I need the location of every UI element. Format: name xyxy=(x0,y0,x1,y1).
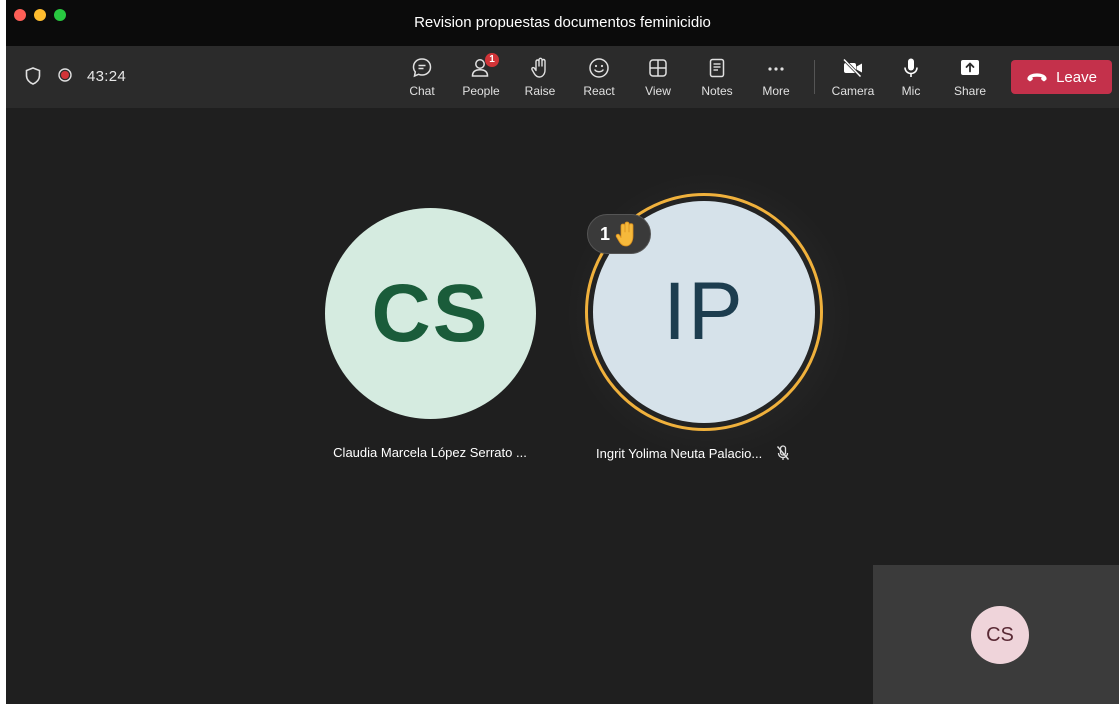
toolbar-divider xyxy=(814,60,815,94)
mic-muted-icon xyxy=(777,445,790,460)
leave-button[interactable]: Leave xyxy=(1011,60,1112,94)
raise-hand-button[interactable]: Raise xyxy=(511,56,569,102)
shield-icon[interactable] xyxy=(25,67,41,85)
participant-name-ip: Ingrit Yolima Neuta Palacio... xyxy=(596,445,763,461)
people-button[interactable]: 1 People xyxy=(452,53,510,102)
title-bar: Revision propuestas documentos feminicid… xyxy=(6,0,1119,46)
view-label: View xyxy=(645,84,671,98)
participant-name-cs: Claudia Marcela López Serrato ... xyxy=(333,445,527,460)
raised-hand-emoji-icon xyxy=(615,221,634,247)
share-label: Share xyxy=(953,84,987,98)
more-label: More xyxy=(762,84,790,98)
meeting-toolbar: 43:24 Chat 1 People Raise React View Not… xyxy=(6,46,1119,108)
raised-hand-count: 1 xyxy=(599,223,610,244)
meeting-window: Revision propuestas documentos feminicid… xyxy=(6,0,1119,704)
more-icon xyxy=(768,67,784,71)
notes-label: Notes xyxy=(701,84,733,98)
self-avatar: CS xyxy=(971,606,1029,664)
raised-hand-badge: 1 xyxy=(587,214,651,254)
chat-icon xyxy=(412,58,432,78)
hang-up-icon xyxy=(1027,73,1047,82)
people-label: People xyxy=(462,84,500,98)
mic-button[interactable]: Mic xyxy=(882,56,940,102)
people-icon: 1 xyxy=(469,53,499,80)
self-view-tile[interactable]: CS xyxy=(873,565,1119,704)
mic-label: Mic xyxy=(901,84,921,98)
camera-off-icon xyxy=(842,58,862,78)
notes-button[interactable]: Notes xyxy=(688,56,746,102)
react-button[interactable]: React xyxy=(570,56,628,102)
participant-avatar-cs[interactable]: CS xyxy=(325,208,536,419)
video-stage: CS Claudia Marcela López Serrato ... IP … xyxy=(6,108,1119,704)
grid-icon xyxy=(649,59,667,77)
smiley-icon xyxy=(589,58,609,78)
raise-label: Raise xyxy=(524,84,556,98)
notes-icon xyxy=(709,58,725,78)
share-button[interactable]: Share xyxy=(941,56,999,102)
participant-name-ip-row: Ingrit Yolima Neuta Palacio... xyxy=(596,445,816,461)
camera-button[interactable]: Camera xyxy=(824,56,882,102)
share-icon xyxy=(961,60,979,75)
people-count-badge: 1 xyxy=(485,53,499,67)
camera-label: Camera xyxy=(831,84,875,98)
meeting-timer: 43:24 xyxy=(87,68,127,85)
mic-icon xyxy=(904,58,918,77)
react-label: React xyxy=(583,84,615,98)
window-title: Revision propuestas documentos feminicid… xyxy=(414,14,711,31)
recording-icon xyxy=(58,68,72,82)
leave-label: Leave xyxy=(1056,68,1097,86)
more-button[interactable]: More xyxy=(747,56,805,102)
view-button[interactable]: View xyxy=(629,56,687,102)
raise-hand-icon xyxy=(531,57,546,78)
chat-label: Chat xyxy=(409,84,435,98)
chat-button[interactable]: Chat xyxy=(393,56,451,102)
